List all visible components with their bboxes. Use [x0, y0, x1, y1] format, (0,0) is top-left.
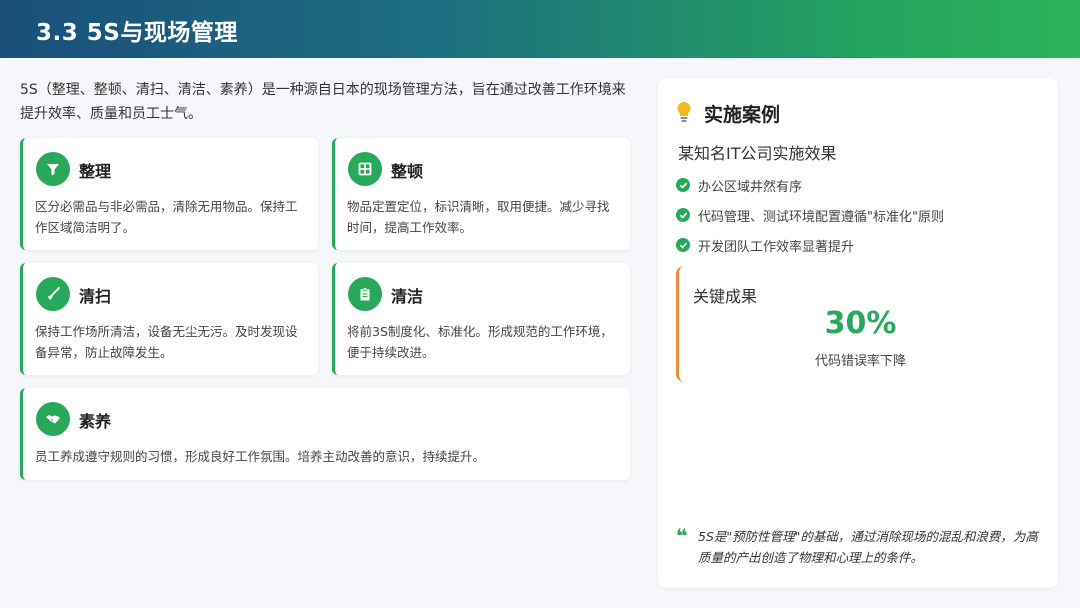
case-study-title: 实施案例 — [704, 104, 781, 126]
key-result-label: 关键成果 — [693, 287, 758, 306]
card-desc: 区分必需品与非必需品，清除无用物品。保持工作区域简洁明了。 — [35, 199, 298, 235]
quote-text: 5S是"预防性管理"的基础，通过消除现场的混乱和浪费，为高质量的产出创造了物理和… — [698, 529, 1038, 565]
key-result-value: 30% — [824, 306, 897, 341]
card-title: 整理 — [79, 162, 112, 181]
handshake-icon — [36, 402, 70, 436]
card-seiso: 清扫 保持工作场所清洁，设备无尘无污。及时发现设备异常，防止故障发生。 — [20, 263, 318, 375]
card-title: 整顿 — [391, 162, 424, 181]
list-item-text: 办公区域井然有序 — [698, 179, 803, 195]
card-title: 素养 — [79, 412, 112, 431]
card-desc: 员工养成遵守规则的习惯，形成良好工作氛围。培养主动改善的意识，持续提升。 — [35, 449, 486, 464]
quote-icon: ❝ — [676, 524, 688, 548]
card-desc: 将前3S制度化、标准化。形成规范的工作环境，便于持续改进。 — [347, 324, 613, 360]
list-item: 开发团队工作效率显著提升 — [676, 230, 944, 260]
list-item: 办公区域井然有序 — [676, 170, 944, 200]
card-desc: 保持工作场所清洁，设备无尘无污。及时发现设备异常，防止故障发生。 — [35, 324, 298, 360]
key-result-desc: 代码错误率下降 — [814, 354, 906, 369]
card-seiri: 整理 区分必需品与非必需品，清除无用物品。保持工作区域简洁明了。 — [20, 138, 318, 250]
card-seiton: 整顿 物品定置定位，标识清晰，取用便捷。减少寻找时间，提高工作效率。 — [332, 138, 630, 250]
list-item: 代码管理、测试环境配置遵循"标准化"原则 — [676, 200, 944, 230]
check-circle-icon — [676, 238, 690, 252]
broom-icon — [36, 277, 70, 311]
grid-icon — [348, 152, 382, 186]
card-desc: 物品定置定位，标识清晰，取用便捷。减少寻找时间，提高工作效率。 — [347, 199, 610, 235]
header-bar: 3.3 5S与现场管理 — [0, 0, 1080, 58]
key-result-box: 关键成果 30% 代码错误率下降 — [676, 266, 1042, 382]
list-item-text: 开发团队工作效率显著提升 — [698, 239, 855, 255]
list-item-text: 代码管理、测试环境配置遵循"标准化"原则 — [698, 209, 944, 225]
intro-text: 5S（整理、整顿、清扫、清洁、素养）是一种源自日本的现场管理方法，旨在通过改善工… — [20, 82, 626, 122]
case-study-panel: 实施案例 某知名IT公司实施效果 办公区域井然有序 代码管理、测试环境配置遵循"… — [658, 78, 1058, 588]
card-shitsuke: 素养 员工养成遵守规则的习惯，形成良好工作氛围。培养主动改善的意识，持续提升。 — [20, 388, 630, 480]
check-circle-icon — [676, 178, 690, 192]
check-circle-icon — [676, 208, 690, 222]
lightbulb-icon — [677, 102, 691, 122]
case-study-subtitle: 某知名IT公司实施效果 — [678, 144, 837, 163]
card-title: 清扫 — [79, 287, 112, 306]
page-title: 3.3 5S与现场管理 — [36, 20, 238, 46]
case-study-list: 办公区域井然有序 代码管理、测试环境配置遵循"标准化"原则 开发团队工作效率显著… — [676, 170, 944, 260]
card-seiketsu: 清洁 将前3S制度化、标准化。形成规范的工作环境，便于持续改进。 — [332, 263, 630, 375]
card-title: 清洁 — [391, 287, 424, 306]
filter-icon — [36, 152, 70, 186]
clipboard-icon — [348, 277, 382, 311]
